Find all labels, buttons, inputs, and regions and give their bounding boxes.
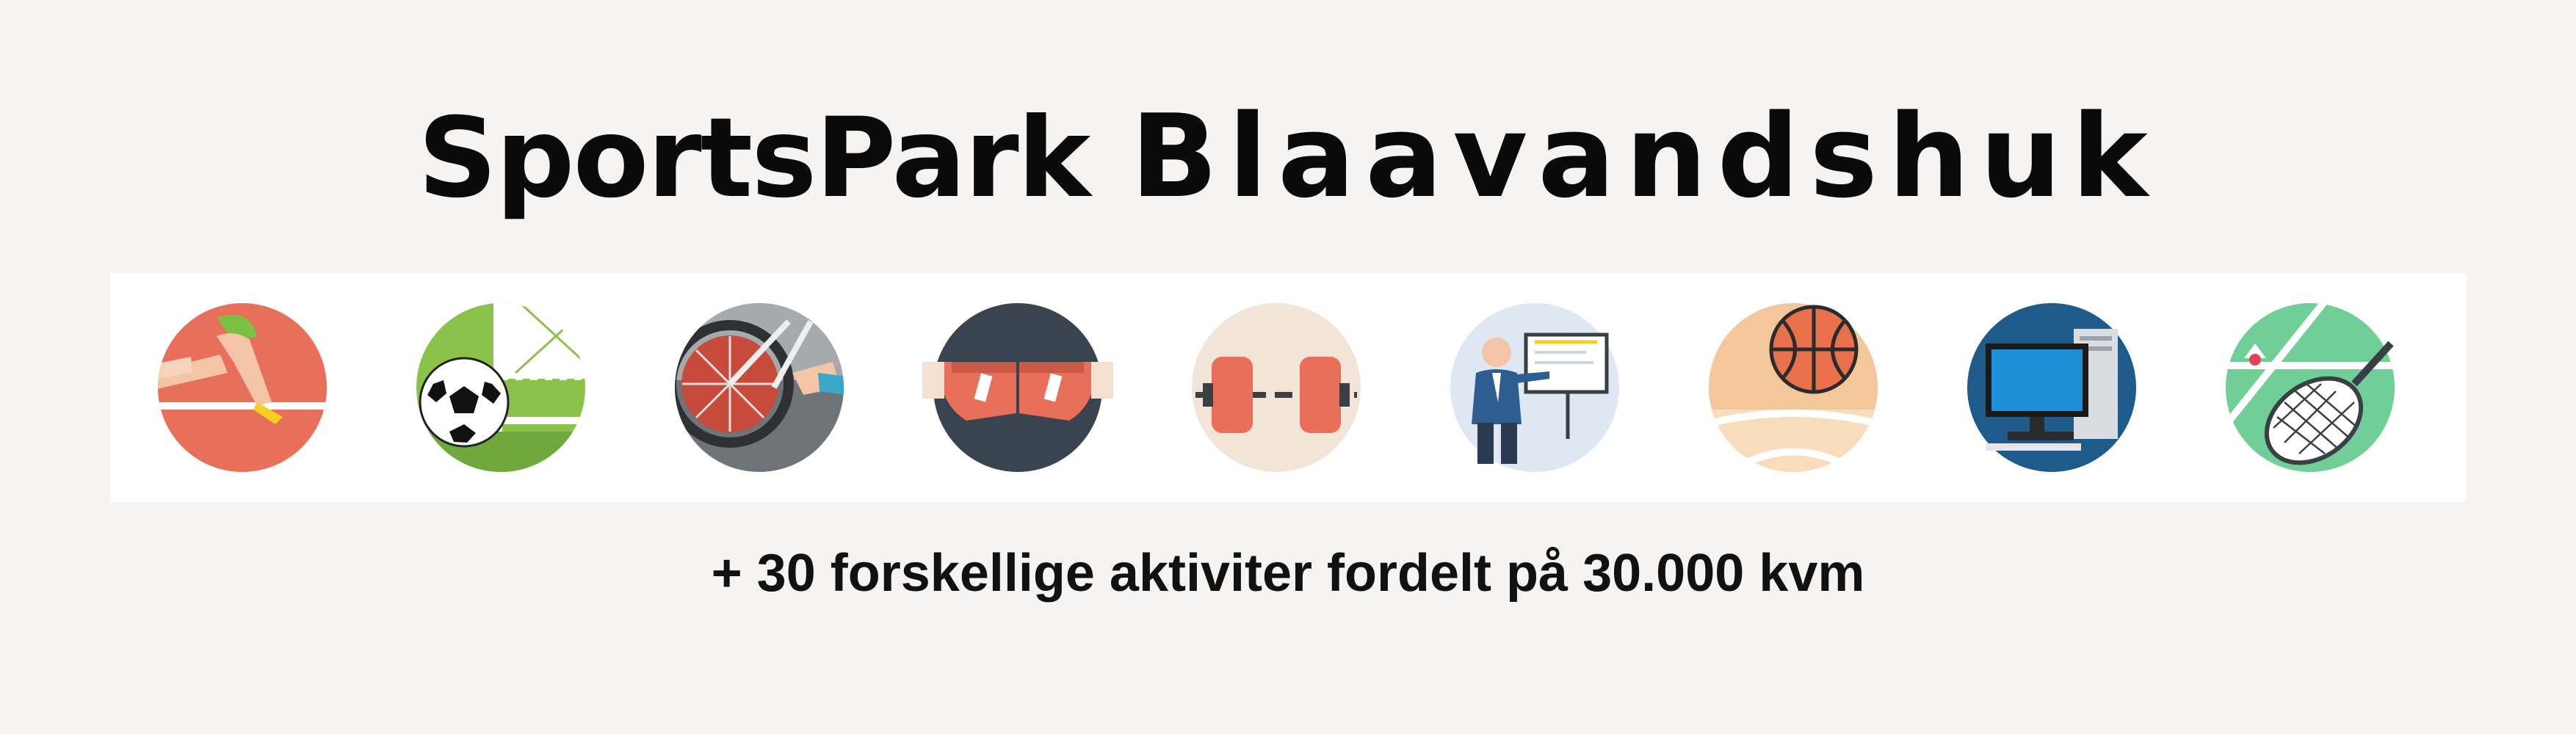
computer-icon <box>1956 292 2147 483</box>
tagline: + 30 forskellige aktiviter fordelt på 30… <box>711 544 1865 603</box>
football-icon <box>405 292 596 483</box>
presentation-icon <box>1439 292 1630 483</box>
activity-icon-strip <box>110 273 2466 502</box>
running-icon <box>147 292 338 483</box>
cycling-icon <box>664 292 855 483</box>
basketball-icon <box>1698 292 1889 483</box>
weightlifting-icon <box>1181 292 1372 483</box>
title-word-blaavandshuk: Blaavandshuk <box>1130 90 2158 223</box>
badminton-icon <box>2215 292 2406 483</box>
page-title: SportsPark Blaavandshuk <box>0 87 2576 228</box>
title-word-sportspark: SportsPark <box>418 95 1090 222</box>
boxing-gloves-icon <box>922 292 1113 483</box>
